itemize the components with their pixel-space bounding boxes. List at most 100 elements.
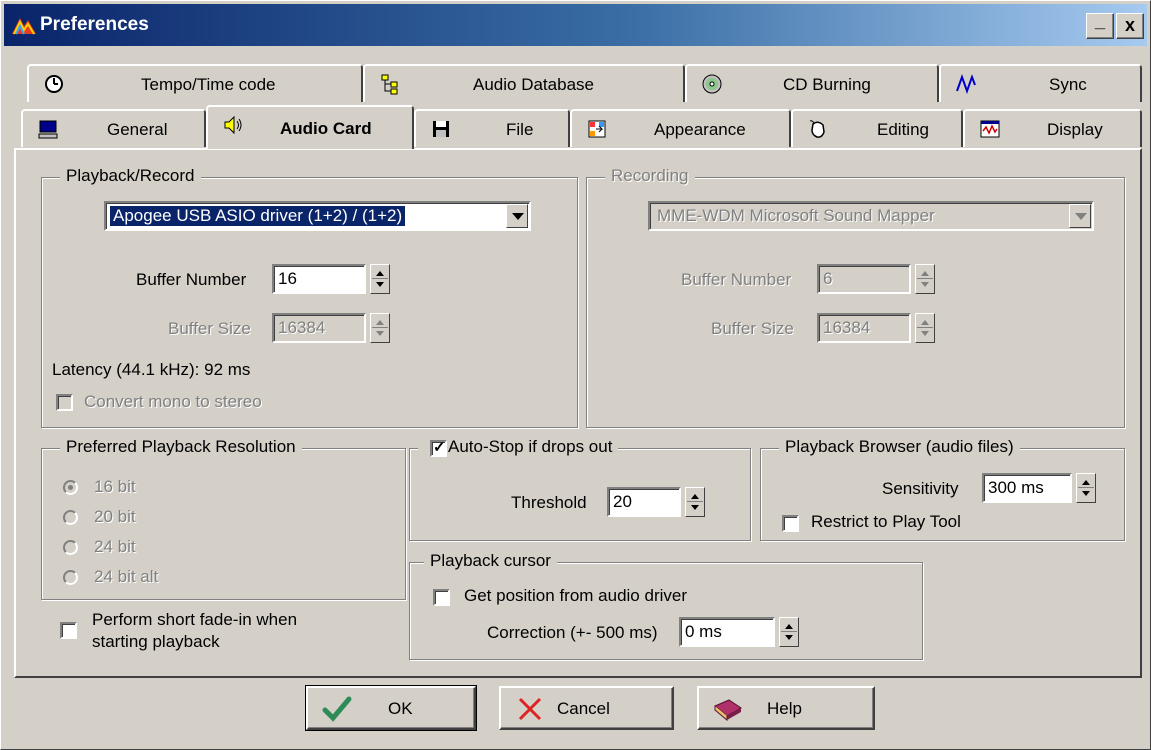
- help-book-icon: [714, 699, 742, 722]
- auto-stop-checkbox[interactable]: ✓: [430, 439, 447, 457]
- threshold-label: Threshold: [511, 493, 587, 512]
- tab-label: CD Burning: [783, 75, 871, 94]
- close-icon: [518, 697, 542, 721]
- playback-cursor-group: Playback cursor Get position from audio …: [409, 551, 923, 660]
- window-title: Preferences: [40, 14, 149, 35]
- dropdown-arrow-button[interactable]: [506, 204, 528, 228]
- dropdown-value: MME-WDM Microsoft Sound Mapper: [657, 206, 935, 225]
- correction-label: Correction (+- 500 ms): [487, 623, 658, 642]
- threshold-spinner[interactable]: [685, 487, 705, 517]
- computer-icon: [38, 120, 58, 139]
- chevron-down-icon: [512, 213, 524, 220]
- mouse-icon: [809, 120, 825, 138]
- ok-button[interactable]: OK: [305, 685, 477, 731]
- clock-icon: [45, 75, 63, 93]
- tab-cd-burning[interactable]: CD Burning: [685, 64, 939, 102]
- fade-in-checkbox[interactable]: [60, 622, 77, 639]
- buffer-size-spinner[interactable]: [370, 313, 390, 343]
- audio-card-panel: Playback/Record Apogee USB ASIO driver (…: [14, 148, 1142, 678]
- playback-browser-group: Playback Browser (audio files) Sensitivi…: [760, 437, 1125, 541]
- tab-display[interactable]: Display: [963, 109, 1142, 147]
- checkmark-icon: ✓: [433, 439, 446, 456]
- sensitivity-label: Sensitivity: [882, 479, 959, 498]
- tab-label: Sync: [1049, 75, 1087, 94]
- tab-label: Appearance: [654, 120, 746, 139]
- group-title: Playback Browser (audio files): [779, 437, 1020, 457]
- tab-general[interactable]: General: [21, 109, 206, 147]
- radio-24-bit[interactable]: [63, 540, 78, 555]
- sensitivity-input[interactable]: 300 ms: [982, 473, 1072, 503]
- chevron-down-icon: [1075, 213, 1087, 220]
- buffer-number-label: Buffer Number: [136, 270, 247, 289]
- recording-buffer-size-input[interactable]: 16384: [817, 313, 911, 343]
- tab-label: Display: [1047, 120, 1103, 139]
- dropdown-arrow-button[interactable]: [1069, 204, 1091, 228]
- cd-icon: [702, 74, 722, 94]
- database-tree-icon: [381, 74, 398, 95]
- tab-label: General: [107, 120, 168, 139]
- floppy-disk-icon: [433, 121, 449, 137]
- get-position-checkbox[interactable]: [433, 589, 450, 606]
- correction-input[interactable]: 0 ms: [679, 617, 775, 647]
- preferences-window: Preferences _ x Tempo/Time code Audio Da…: [0, 0, 1151, 750]
- latency-text: Latency (44.1 kHz): 92 ms: [52, 360, 251, 379]
- restrict-to-play-tool-checkbox[interactable]: [782, 515, 799, 532]
- tab-audio-card[interactable]: Audio Card: [206, 105, 414, 149]
- threshold-input[interactable]: 20: [607, 487, 681, 517]
- recording-group: Recording MME-WDM Microsoft Sound Mapper…: [586, 166, 1125, 428]
- sensitivity-spinner[interactable]: [1076, 473, 1096, 503]
- convert-mono-label: Convert mono to stereo: [84, 392, 262, 411]
- minimize-button[interactable]: _: [1086, 11, 1114, 39]
- radio-label: 16 bit: [94, 477, 136, 496]
- auto-stop-group: Auto-Stop if drops out ✓ Threshold 20: [409, 437, 751, 541]
- radio-20-bit[interactable]: [63, 510, 78, 525]
- tab-label: Audio Database: [473, 75, 594, 94]
- tab-tempo-time-code[interactable]: Tempo/Time code: [27, 64, 363, 102]
- app-logo-icon: [12, 18, 36, 35]
- playback-record-group: Playback/Record Apogee USB ASIO driver (…: [41, 166, 578, 428]
- radio-24-bit-alt[interactable]: [63, 570, 78, 585]
- recording-buffer-number-spinner[interactable]: [915, 264, 935, 294]
- playback-driver-dropdown[interactable]: Apogee USB ASIO driver (1+2) / (1+2): [104, 201, 531, 231]
- fade-in-label-line2: starting playback: [92, 632, 220, 651]
- help-button[interactable]: Help: [697, 686, 875, 730]
- close-button[interactable]: x: [1116, 13, 1144, 39]
- recording-driver-dropdown[interactable]: MME-WDM Microsoft Sound Mapper: [648, 201, 1094, 231]
- tab-file[interactable]: File: [414, 109, 570, 147]
- fade-in-label: Perform short fade-in when: [92, 610, 298, 629]
- correction-spinner[interactable]: [779, 617, 799, 647]
- recording-buffer-size-label: Buffer Size: [711, 319, 794, 338]
- radio-16-bit[interactable]: [63, 480, 78, 495]
- buffer-size-input[interactable]: 16384: [272, 313, 366, 343]
- group-title: Preferred Playback Resolution: [60, 437, 302, 457]
- group-title: Playback cursor: [424, 551, 557, 571]
- get-position-label: Get position from audio driver: [464, 586, 687, 605]
- buffer-size-label: Buffer Size: [168, 319, 251, 338]
- recording-buffer-number-input[interactable]: 6: [817, 264, 911, 294]
- tab-editing[interactable]: Editing: [791, 109, 963, 147]
- tab-audio-database[interactable]: Audio Database: [363, 64, 685, 102]
- recording-buffer-number-label: Buffer Number: [681, 270, 792, 289]
- tab-sync[interactable]: Sync: [939, 64, 1142, 102]
- tab-label: Tempo/Time code: [141, 75, 276, 94]
- convert-mono-checkbox[interactable]: [56, 394, 73, 411]
- radio-selected-dot: [68, 485, 73, 490]
- display-waveform-icon: [980, 120, 1000, 138]
- title-bar[interactable]: Preferences _ x: [4, 4, 1147, 46]
- speaker-icon: [224, 115, 242, 135]
- group-title: Recording: [605, 166, 695, 186]
- tab-appearance[interactable]: Appearance: [570, 109, 791, 147]
- sync-wave-icon: [956, 74, 976, 94]
- radio-label: 20 bit: [94, 507, 136, 526]
- checkmark-icon: [322, 696, 352, 722]
- playback-resolution-group: Preferred Playback Resolution 16 bit 20 …: [41, 437, 406, 600]
- buffer-number-input[interactable]: 16: [272, 264, 366, 294]
- tab-label: File: [506, 120, 534, 139]
- cancel-button[interactable]: Cancel: [499, 686, 674, 730]
- recording-buffer-size-spinner[interactable]: [915, 313, 935, 343]
- group-title: Playback/Record: [60, 166, 201, 186]
- dropdown-value: Apogee USB ASIO driver (1+2) / (1+2): [108, 205, 407, 227]
- radio-label: 24 bit: [94, 537, 136, 556]
- tab-label: Editing: [877, 120, 929, 139]
- buffer-number-spinner[interactable]: [370, 264, 390, 294]
